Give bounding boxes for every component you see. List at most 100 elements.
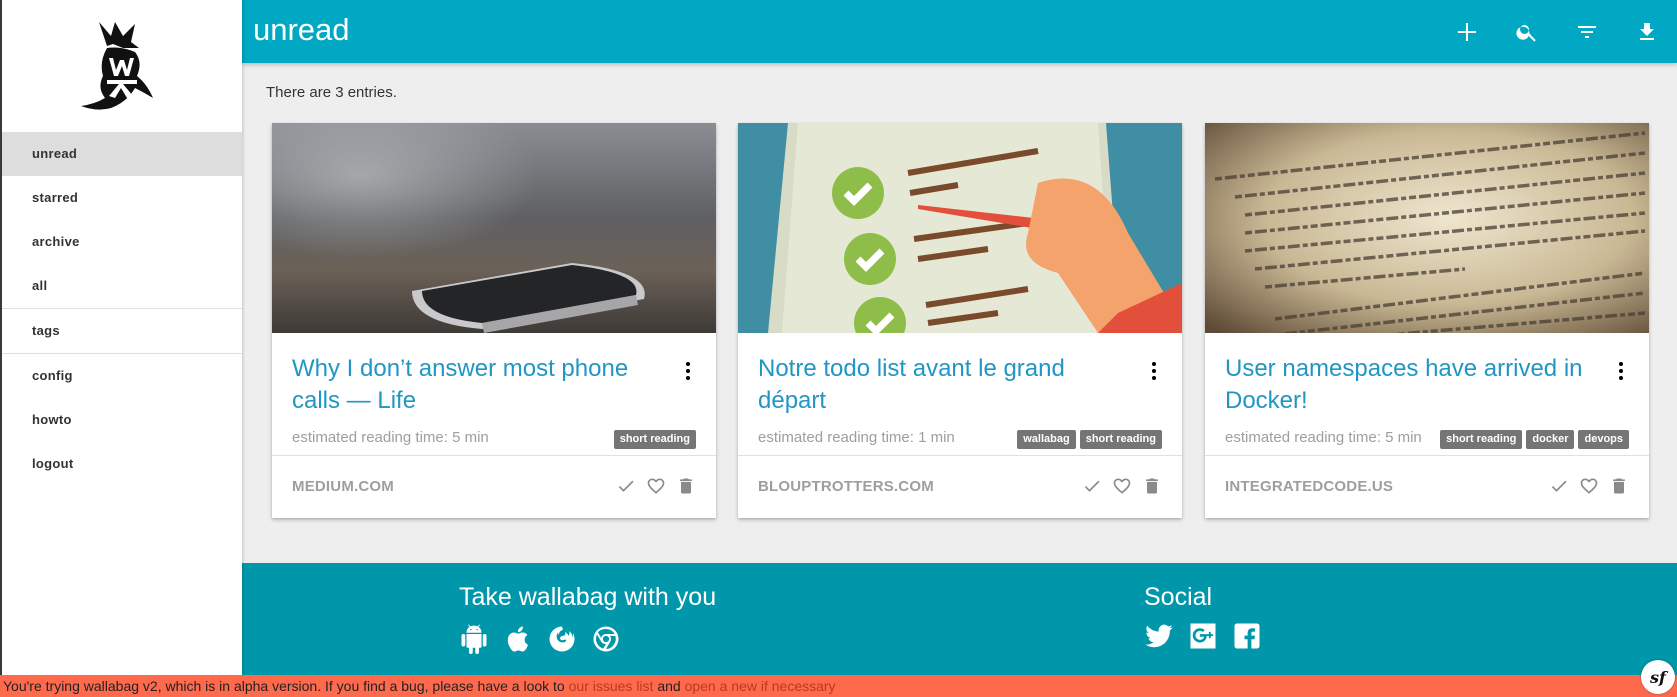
sidebar-item-starred[interactable]: starred: [2, 176, 242, 220]
entry-domain-link[interactable]: BLOUPTROTTERS.COM: [758, 478, 934, 495]
delete-button[interactable]: [676, 476, 696, 496]
mark-read-button[interactable]: [1549, 476, 1569, 496]
entry-title-link[interactable]: Notre todo list avant le grand départ: [758, 353, 1118, 417]
android-icon: [461, 624, 487, 654]
delete-button[interactable]: [1142, 476, 1162, 496]
more-vert-icon: [686, 362, 690, 380]
sidebar-item-tags[interactable]: tags: [2, 309, 242, 353]
kangaroo-logo-icon: [81, 22, 153, 110]
firefox-icon: [549, 626, 575, 652]
reading-time: estimated reading time: 1 min: [758, 429, 955, 446]
entry-footer: MEDIUM.COM: [272, 455, 716, 518]
twitter-link[interactable]: [1144, 621, 1174, 651]
apps-heading: Take wallabag with you: [459, 583, 717, 611]
entry-tags: short reading: [613, 430, 696, 449]
entry-title-link[interactable]: Why I don’t answer most phone calls — Li…: [292, 353, 652, 417]
reading-time: estimated reading time: 5 min: [1225, 429, 1422, 446]
ios-app-link[interactable]: [503, 624, 533, 654]
new-issue-link[interactable]: open a new if necessary: [685, 678, 836, 694]
facebook-icon: [1234, 623, 1260, 649]
entry-actions: [1082, 476, 1162, 496]
apps-links: [459, 624, 621, 654]
tag-badge[interactable]: short reading: [613, 430, 696, 449]
apple-icon: [507, 626, 528, 652]
entry-preview-image[interactable]: [272, 123, 716, 333]
mark-read-button[interactable]: [1082, 476, 1102, 496]
facebook-link[interactable]: [1232, 621, 1262, 651]
entry-footer: BLOUPTROTTERS.COM: [738, 455, 1182, 518]
entry-preview-image[interactable]: [1205, 123, 1649, 333]
sidebar-item-archive[interactable]: archive: [2, 220, 242, 264]
entry-actions: [1549, 476, 1629, 496]
sidebar-item-logout[interactable]: logout: [2, 442, 242, 486]
add-entry-button[interactable]: [1437, 0, 1497, 63]
tag-badge[interactable]: short reading: [1079, 430, 1162, 449]
heart-icon: [1113, 478, 1131, 494]
social-heading: Social: [1144, 583, 1213, 611]
todo-list-illustration-image: [738, 123, 1182, 333]
entry-title-link[interactable]: User namespaces have arrived in Docker!: [1225, 353, 1585, 417]
entry-menu-button[interactable]: [1617, 361, 1625, 381]
alert-text: You're trying wallabag v2, which is in a…: [3, 678, 569, 694]
firefox-app-link[interactable]: [547, 624, 577, 654]
filter-button[interactable]: [1557, 0, 1617, 63]
wallabag-logo[interactable]: [2, 0, 242, 132]
alert-text-and: and: [653, 678, 685, 694]
entry-card: User namespaces have arrived in Docker! …: [1205, 123, 1649, 518]
phone-photo-image: [272, 123, 716, 333]
alpha-warning-banner: You're trying wallabag v2, which is in a…: [0, 675, 1677, 697]
chrome-icon: [593, 626, 619, 652]
delete-button[interactable]: [1609, 476, 1629, 496]
plus-icon: [1458, 22, 1476, 41]
entry-preview-image[interactable]: [738, 123, 1182, 333]
check-icon: [1551, 480, 1567, 492]
android-app-link[interactable]: [459, 624, 489, 654]
symfony-icon: sf: [1650, 667, 1666, 687]
symfony-toolbar-toggle[interactable]: sf: [1641, 660, 1675, 694]
tag-badge[interactable]: devops: [1578, 430, 1629, 449]
download-icon: [1640, 22, 1654, 40]
top-app-bar: unread: [242, 0, 1677, 63]
page-footer: Take wallabag with you Social: [242, 563, 1677, 675]
google-plus-icon: [1190, 623, 1216, 649]
heart-icon: [1580, 478, 1598, 494]
sidebar-item-config[interactable]: config: [2, 354, 242, 398]
check-icon: [618, 480, 634, 492]
entry-domain-link[interactable]: INTEGRATEDCODE.US: [1225, 478, 1393, 495]
sidebar-item-all[interactable]: all: [2, 264, 242, 308]
entry-body: User namespaces have arrived in Docker! …: [1205, 333, 1649, 455]
entry-menu-button[interactable]: [1150, 361, 1158, 381]
trash-icon: [1146, 478, 1158, 494]
more-vert-icon: [1619, 362, 1623, 380]
trash-icon: [1613, 478, 1625, 494]
sidebar-item-howto[interactable]: howto: [2, 398, 242, 442]
google-plus-link[interactable]: [1188, 621, 1218, 651]
mark-read-button[interactable]: [616, 476, 636, 496]
issues-list-link[interactable]: our issues list: [569, 678, 654, 694]
sidebar: unread starred archive all tags config h…: [2, 0, 242, 697]
tag-badge[interactable]: short reading: [1440, 430, 1523, 449]
entry-card: Why I don’t answer most phone calls — Li…: [272, 123, 716, 518]
star-button[interactable]: [1579, 476, 1599, 496]
twitter-icon: [1145, 624, 1173, 648]
heart-icon: [647, 478, 665, 494]
page-title: unread: [253, 12, 350, 47]
entry-footer: INTEGRATEDCODE.US: [1205, 455, 1649, 518]
search-button[interactable]: [1497, 0, 1557, 63]
topbar-actions: [1437, 0, 1677, 63]
chrome-app-link[interactable]: [591, 624, 621, 654]
entry-card: Notre todo list avant le grand départ es…: [738, 123, 1182, 518]
export-button[interactable]: [1617, 0, 1677, 63]
entry-domain-link[interactable]: MEDIUM.COM: [292, 478, 394, 495]
sidebar-item-unread[interactable]: unread: [2, 132, 242, 176]
star-button[interactable]: [1112, 476, 1132, 496]
entry-body: Why I don’t answer most phone calls — Li…: [272, 333, 716, 455]
reading-time: estimated reading time: 5 min: [292, 429, 489, 446]
printed-text-photo-image: [1205, 123, 1649, 333]
tag-badge[interactable]: docker: [1526, 430, 1575, 449]
star-button[interactable]: [646, 476, 666, 496]
entry-menu-button[interactable]: [684, 361, 692, 381]
entry-tags: short reading docker devops: [1440, 430, 1629, 449]
social-links: [1144, 621, 1262, 651]
tag-badge[interactable]: wallabag: [1017, 430, 1076, 449]
